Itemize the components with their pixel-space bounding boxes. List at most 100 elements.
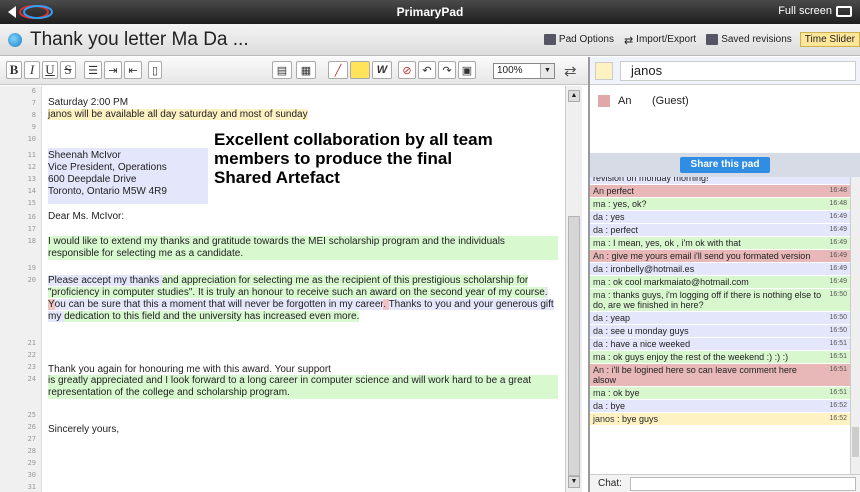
chat-text: : perfect <box>605 225 639 235</box>
chat-text: : i'll be logined here so can leave comm… <box>593 365 797 385</box>
import-export-button[interactable]: ⇄ Import/Export <box>622 32 698 47</box>
chat-author: ma <box>593 352 609 362</box>
collaboration-caption: Excellent collaboration by all team memb… <box>214 130 493 187</box>
chat-message: da : ironbelly@hotmail.es 16:49 <box>590 263 850 276</box>
scroll-thumb[interactable] <box>568 216 580 476</box>
indent-icon[interactable]: ⇥ <box>104 61 122 79</box>
chat-time: 16:52 <box>829 415 847 422</box>
line-number: 25 <box>27 411 36 419</box>
doc-line: Sheenah McIvor <box>48 150 121 161</box>
chat-author: da <box>593 326 606 336</box>
chat-author: da <box>593 401 606 411</box>
outdent-icon[interactable]: ⇤ <box>124 61 142 79</box>
chat-label: Chat: <box>598 478 622 489</box>
line-number: 15 <box>27 199 36 207</box>
chat-message: ma : ok guys enjoy the rest of the weeke… <box>590 351 850 364</box>
chat-author: ma <box>593 238 609 248</box>
strikethrough-button[interactable]: S <box>60 61 76 79</box>
chat-author: An <box>593 251 607 261</box>
bold-button[interactable]: B <box>6 61 22 79</box>
chat-author: da <box>593 264 606 274</box>
scroll-down-icon[interactable]: ▼ <box>568 476 580 488</box>
share-pad-button[interactable]: Share this pad <box>680 157 770 173</box>
saved-revisions-button[interactable]: Saved revisions <box>704 32 794 47</box>
save-icon[interactable]: ▣ <box>458 61 476 79</box>
caption-line: Excellent collaboration by all team <box>214 130 493 149</box>
time-slider-button[interactable]: Time Slider <box>799 32 860 47</box>
line-number-gutter: 6 7 8 9 10 11 12 13 14 15 16 17 18 19 20… <box>0 86 42 492</box>
chat-time: 16:51 <box>829 353 847 360</box>
chat-message: ma : yes, ok? 16:48 <box>590 198 850 211</box>
chat-time: 16:51 <box>829 389 847 396</box>
fullscreen-button[interactable]: Full screen <box>778 5 852 17</box>
document-editor[interactable]: 6 7 8 9 10 11 12 13 14 15 16 17 18 19 20… <box>0 86 582 492</box>
chat-scroll-thumb[interactable] <box>852 427 859 457</box>
chat-message: An perfect 16:48 <box>590 185 850 198</box>
no-entry-icon[interactable]: ⊘ <box>398 61 416 79</box>
my-color-swatch[interactable] <box>595 62 613 80</box>
my-name-field[interactable]: janos <box>620 61 856 81</box>
chat-scrollbar[interactable] <box>850 177 860 474</box>
line-number: 14 <box>27 187 36 195</box>
chat-text: : yes, ok? <box>608 199 647 209</box>
chat-text: revision on monday morning! <box>593 177 709 183</box>
chat-author: An <box>593 365 607 375</box>
undo-icon[interactable]: ↶ <box>418 61 436 79</box>
saved-revisions-label: Saved revisions <box>721 34 792 45</box>
bullet-list-icon[interactable]: ☰ <box>84 61 102 79</box>
chat-text: : see u monday guys <box>605 326 689 336</box>
line-number: 30 <box>27 471 36 479</box>
clear-authorship-icon[interactable]: ▤ <box>272 61 292 79</box>
scroll-up-icon[interactable]: ▲ <box>568 90 580 102</box>
chat-time: 16:49 <box>829 213 847 220</box>
text-style-icon[interactable]: W <box>372 61 392 79</box>
chat-message: da : bye 16:52 <box>590 400 850 413</box>
chat-text: : have a nice weeked <box>605 339 691 349</box>
fullscreen-label: Full screen <box>778 5 832 17</box>
text-span: ou can be sure that this a moment that w… <box>54 299 384 310</box>
line-number: 11 <box>27 151 36 159</box>
chat-input[interactable] <box>630 477 856 491</box>
pad-options-button[interactable]: Pad Options <box>542 32 616 47</box>
text-span: dedication to this field and the univers… <box>64 311 360 322</box>
line-number: 22 <box>27 351 36 359</box>
line-number: 6 <box>31 87 36 95</box>
italic-button[interactable]: I <box>24 61 40 79</box>
insert-icon[interactable]: ▦ <box>296 61 316 79</box>
pad-header-buttons: Pad Options ⇄ Import/Export Saved revisi… <box>542 32 860 47</box>
chat-time: 16:50 <box>829 291 847 298</box>
line-number: 17 <box>27 225 36 233</box>
pad-options-label: Pad Options <box>558 34 614 45</box>
chat-text: : ok guys enjoy the rest of the weekend … <box>608 352 789 362</box>
zoom-select[interactable]: 100% ▼ <box>493 63 555 79</box>
user-list: An (Guest) <box>590 87 860 153</box>
pen-color-icon[interactable]: ╱ <box>328 61 348 79</box>
pad-title[interactable]: Thank you letter Ma Da ... <box>30 29 249 51</box>
chat-time: 16:49 <box>829 278 847 285</box>
redo-icon[interactable]: ↷ <box>438 61 456 79</box>
chat-text: : yeap <box>605 313 631 323</box>
chat-time: 16:50 <box>829 314 847 321</box>
chat-time: 16:48 <box>829 187 847 194</box>
editor-scrollbar[interactable]: ▲ ▼ <box>565 86 582 492</box>
highlight-icon[interactable] <box>350 61 370 79</box>
line-number: 13 <box>27 175 36 183</box>
guest-name: An <box>618 95 632 107</box>
zoom-value: 100% <box>497 65 523 76</box>
chat-time: 16:49 <box>829 226 847 233</box>
pad-header: Thank you letter Ma Da ... Pad Options ⇄… <box>0 24 860 56</box>
caption-line: Shared Artefact <box>214 168 340 187</box>
underline-button[interactable]: U <box>42 61 58 79</box>
swap-panels-icon[interactable]: ⇄ <box>564 62 577 80</box>
import-export-icon: ⇄ <box>623 35 634 47</box>
save-disk-icon <box>706 34 719 45</box>
chat-author: da <box>593 313 606 323</box>
line-number: 24 <box>27 375 36 383</box>
attachment-icon[interactable]: ▯ <box>148 61 162 79</box>
text-span: Y <box>48 299 55 310</box>
chat-author: da <box>593 212 606 222</box>
chat-message: janos : bye guys 16:52 <box>590 413 850 426</box>
chat-text: : thanks guys, i'm logging off if there … <box>593 290 822 310</box>
import-export-label: Import/Export <box>636 34 697 45</box>
doc-line: Saturday 2:00 PM <box>48 97 129 108</box>
